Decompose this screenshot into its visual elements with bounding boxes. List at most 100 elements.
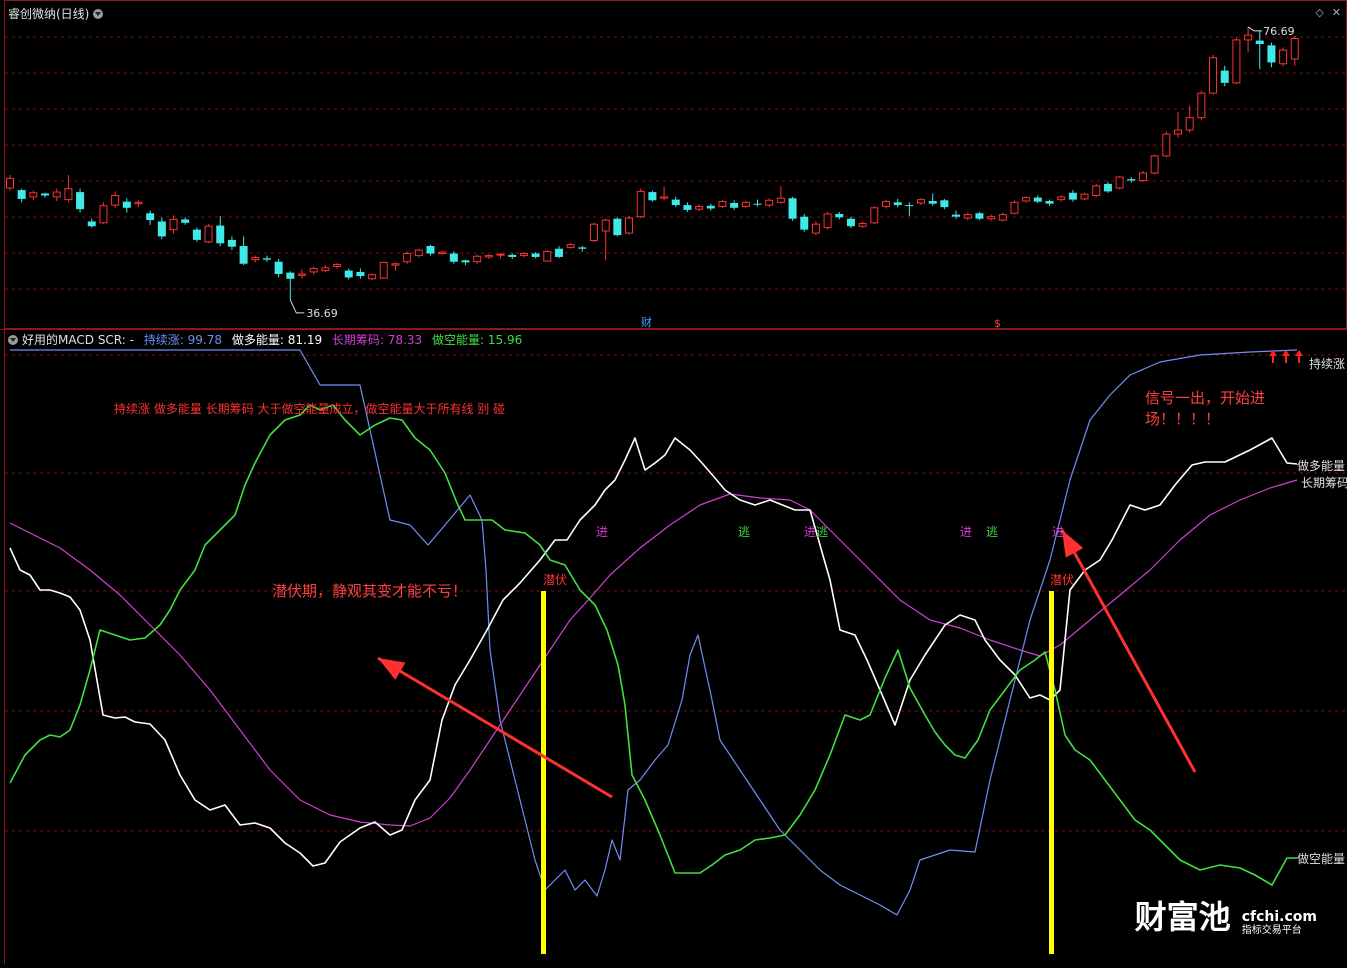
- candle-body: [426, 246, 435, 254]
- candle-body: [1209, 57, 1218, 94]
- candle-body: [1279, 49, 1288, 65]
- candle-body: [1115, 176, 1124, 189]
- chevron-down-icon[interactable]: [93, 9, 104, 19]
- scr-label: SCR: -: [97, 333, 134, 347]
- candle-body: [741, 201, 750, 207]
- candle-body: [403, 253, 412, 263]
- latent-note: 潜伏期，静观其变才能不亏！: [272, 582, 468, 600]
- candle-body: [554, 248, 563, 257]
- candle-body: [368, 274, 377, 280]
- candle-body: [508, 254, 517, 257]
- candle-body: [1138, 172, 1147, 181]
- price-panel-frame: [4, 0, 1347, 329]
- signal-arrow-head: [1062, 530, 1084, 558]
- candle-body: [566, 244, 575, 248]
- candle-body: [1197, 92, 1206, 119]
- candle-body: [309, 268, 318, 273]
- candle-body: [987, 216, 996, 220]
- low-price-label: 36.69: [306, 307, 338, 320]
- candle-body: [227, 239, 236, 247]
- signal-note-line1: 信号一出，开始进: [1145, 389, 1266, 407]
- candle-body: [379, 261, 388, 279]
- candle-body: [274, 261, 283, 274]
- candle-body: [29, 192, 38, 198]
- expand-icon[interactable]: ◇: [1315, 6, 1323, 19]
- candle-body: [111, 195, 120, 206]
- candle-body: [590, 223, 598, 242]
- candle-body: [788, 198, 797, 219]
- candle-body: [695, 205, 704, 210]
- latent-arrow-shaft: [377, 656, 613, 799]
- candle-body: [718, 201, 727, 207]
- candle-body: [484, 255, 493, 258]
- right-label-zuokong: 做空能量: [1296, 852, 1345, 866]
- candle-body: [846, 218, 855, 227]
- watermark-logo: 财富池 cfchi.com 指标交易平台: [1135, 892, 1317, 938]
- candle-body: [496, 253, 505, 256]
- chevron-down-icon[interactable]: [8, 335, 18, 345]
- indicator-title[interactable]: 好用的MACD: [22, 333, 94, 347]
- candle-body: [1080, 193, 1089, 200]
- candle-body: [963, 214, 972, 219]
- candle-body: [192, 229, 201, 240]
- candle-body: [636, 190, 645, 218]
- candle-body: [671, 199, 680, 206]
- candle-body: [1068, 192, 1077, 200]
- candle-body: [928, 200, 937, 204]
- signal-note-line2: 场！！！！: [1145, 410, 1221, 428]
- candle-body: [730, 203, 739, 208]
- enter-signal: 进: [596, 525, 609, 539]
- close-icon[interactable]: ✕: [1332, 6, 1341, 19]
- candle-body: [157, 221, 166, 237]
- candle-body: [333, 263, 342, 267]
- candle-body: [800, 216, 809, 230]
- candle-body: [578, 247, 587, 249]
- candle-body: [344, 270, 353, 278]
- rule-note: 持续涨 做多能量 长期筹码 大于做空能量成立，做空能量大于所有线 别 碰: [114, 402, 506, 416]
- candle-body: [858, 222, 867, 227]
- candle-body: [52, 191, 61, 198]
- candle-body: [449, 253, 458, 262]
- chart-canvas: 76.69 36.69 财 $: [0, 0, 1347, 964]
- candle-body: [601, 219, 610, 232]
- changqi-line: [9, 479, 1298, 827]
- candle-body: [473, 255, 482, 263]
- candle-body: [648, 192, 657, 201]
- candle-body: [531, 253, 540, 257]
- legend-chixuzhang: 持续涨: 99.78: [143, 333, 223, 347]
- candle-body: [216, 225, 225, 244]
- candle-body: [146, 213, 155, 221]
- watermark-domain: cfchi.com: [1241, 908, 1317, 925]
- candle-body: [286, 272, 295, 279]
- candle-body: [1127, 179, 1136, 181]
- enter-signal: 进: [960, 525, 973, 539]
- escape-signal: 逃: [816, 525, 829, 539]
- signal-arrow-shaft: [1060, 529, 1197, 773]
- candle-body: [1103, 183, 1112, 192]
- main-chart-title[interactable]: 睿创微纳(日线): [8, 5, 104, 22]
- high-price-pointer: [1247, 26, 1263, 32]
- candle-body: [438, 251, 447, 255]
- candle-body: [414, 249, 423, 257]
- enter-signal: 进: [804, 525, 817, 539]
- candle-body: [1022, 197, 1031, 202]
- legend-zuokong: 做空能量: 15.96: [431, 333, 523, 347]
- candle-body: [917, 199, 926, 204]
- finance-marker: 财: [641, 315, 652, 329]
- candle-body: [519, 253, 528, 257]
- high-price-label: 76.69: [1263, 25, 1295, 38]
- candle-body: [660, 196, 669, 199]
- candle-body: [391, 263, 400, 266]
- candle-body: [905, 205, 914, 207]
- candle-body: [169, 218, 178, 231]
- candle-body: [298, 273, 306, 276]
- candle-body: [1162, 133, 1171, 157]
- candle-body: [613, 218, 622, 236]
- candle-body: [835, 213, 844, 218]
- stock-title: 睿创微纳(日线): [8, 7, 90, 21]
- window-controls: ◇ ✕: [1307, 6, 1341, 19]
- candle-body: [122, 201, 131, 208]
- candle-body: [251, 257, 260, 261]
- candle-body: [811, 223, 820, 234]
- latent-bar: [1049, 591, 1054, 954]
